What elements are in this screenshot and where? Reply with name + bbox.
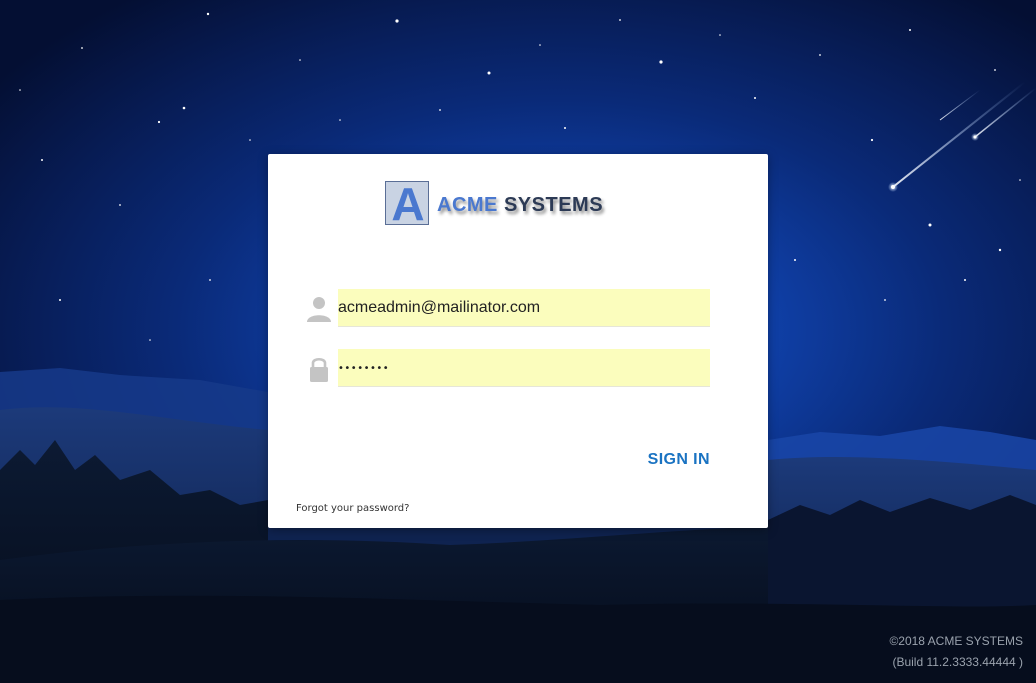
lock-icon <box>304 355 334 383</box>
logo-wordmark: ACME SYSTEMS <box>437 194 603 217</box>
logo-box: A <box>385 179 429 229</box>
logo-letter: A <box>391 178 425 230</box>
logo-word-systems: SYSTEMS <box>503 194 604 216</box>
logo-word-acme: ACME <box>437 194 498 216</box>
forgot-password-link[interactable]: Forgot your password? <box>296 503 409 514</box>
username-input[interactable] <box>338 289 710 327</box>
sign-in-button[interactable]: SIGN IN <box>648 447 710 473</box>
password-input[interactable] <box>338 349 710 387</box>
username-row <box>304 289 710 327</box>
user-icon <box>304 295 334 323</box>
copyright-text: ©2018 ACME SYSTEMS <box>889 634 1023 648</box>
company-logo: A ACME SYSTEMS <box>385 179 655 229</box>
build-version-text: (Build 11.2.3333.44444 ) <box>892 655 1023 669</box>
login-card: A ACME SYSTEMS SIGN IN Forgot your passw… <box>268 154 768 528</box>
shooting-stars <box>888 81 1036 192</box>
password-row <box>304 349 710 387</box>
